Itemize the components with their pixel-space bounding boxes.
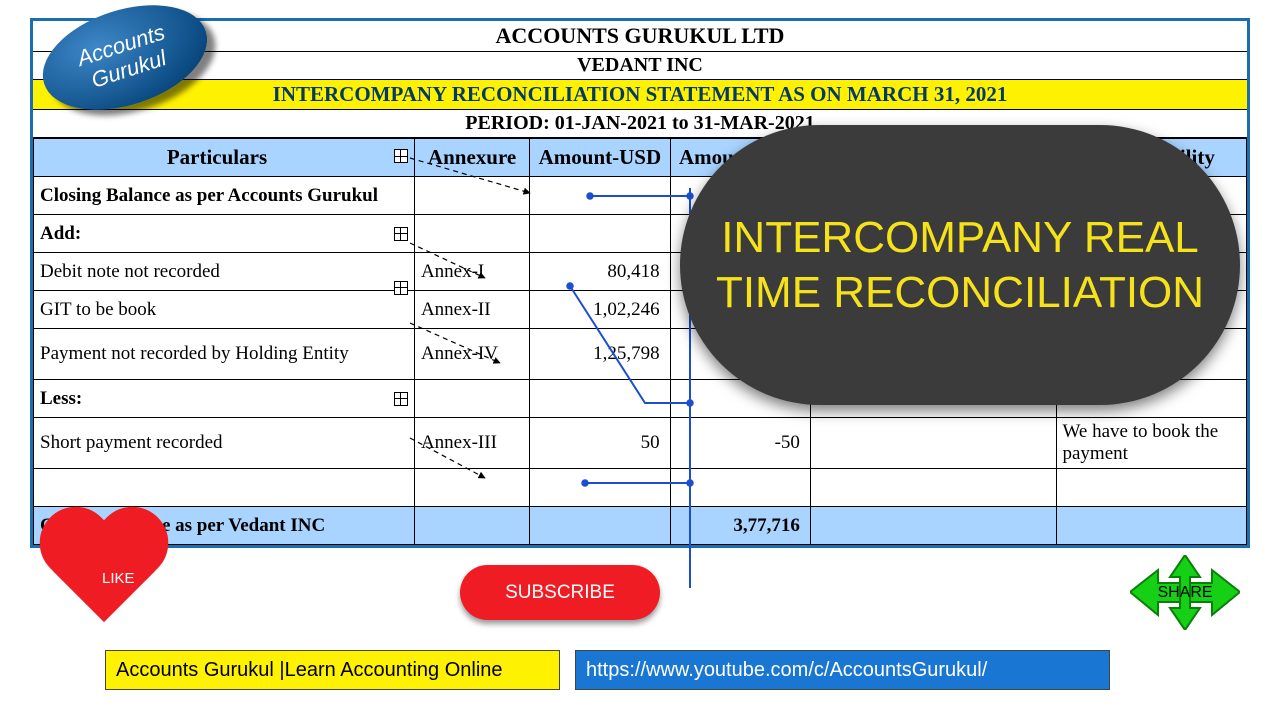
row-label: Payment not recorded by Holding Entity — [34, 329, 415, 380]
row-annex: Annex-III — [414, 418, 529, 469]
row-annex: Annex-I — [414, 253, 529, 291]
less-label: Less: — [34, 380, 415, 418]
company-2: VEDANT INC — [33, 52, 1247, 80]
footer-channel-url[interactable]: https://www.youtube.com/c/AccountsGuruku… — [575, 650, 1110, 690]
row-subtotal: -50 — [670, 418, 810, 469]
share-label: SHARE — [1157, 584, 1212, 602]
closing-row: Closing Balance as per Vedant INC 3,77,7… — [34, 507, 1247, 545]
row-label: Short payment recorded — [34, 418, 415, 469]
row-label: GIT to be book — [34, 291, 415, 329]
headline-pill: INTERCOMPANY REAL TIME RECONCILIATION — [680, 125, 1240, 405]
table-icon — [394, 281, 408, 295]
add-label: Add: — [34, 215, 415, 253]
share-button[interactable]: SHARE — [1130, 555, 1240, 630]
row-amount: 1,02,246 — [530, 291, 670, 329]
table-row: Short payment recorded Annex-III 50 -50 … — [34, 418, 1247, 469]
row-amount: 1,25,798 — [530, 329, 670, 380]
table-icon — [394, 392, 408, 406]
closing-ag-label: Closing Balance as per Accounts Gurukul — [34, 177, 415, 215]
col-amount-1: Amount-USD — [530, 139, 670, 177]
table-icon — [394, 227, 408, 241]
row-responsibility: We have to book the payment — [1056, 418, 1247, 469]
row-amount: 80,418 — [530, 253, 670, 291]
col-annexure: Annexure — [414, 139, 529, 177]
row-annex: Annex-II — [414, 291, 529, 329]
row-amount: 50 — [530, 418, 670, 469]
col-particulars: Particulars — [34, 139, 415, 177]
closing-v-amount: 3,77,716 — [670, 507, 810, 545]
like-heart-icon[interactable] — [70, 510, 210, 650]
row-annex: Annex-IV — [414, 329, 529, 380]
table-row — [34, 469, 1247, 507]
statement-title: INTERCOMPANY RECONCILIATION STATEMENT AS… — [33, 80, 1247, 110]
company-1: ACCOUNTS GURUKUL LTD — [33, 21, 1247, 52]
footer-channel-name: Accounts Gurukul |Learn Accounting Onlin… — [105, 650, 560, 690]
like-label: LIKE — [102, 570, 135, 587]
row-label: Debit note not recorded — [34, 253, 415, 291]
table-icon — [394, 149, 408, 163]
subscribe-button[interactable]: SUBSCRIBE — [460, 565, 660, 620]
